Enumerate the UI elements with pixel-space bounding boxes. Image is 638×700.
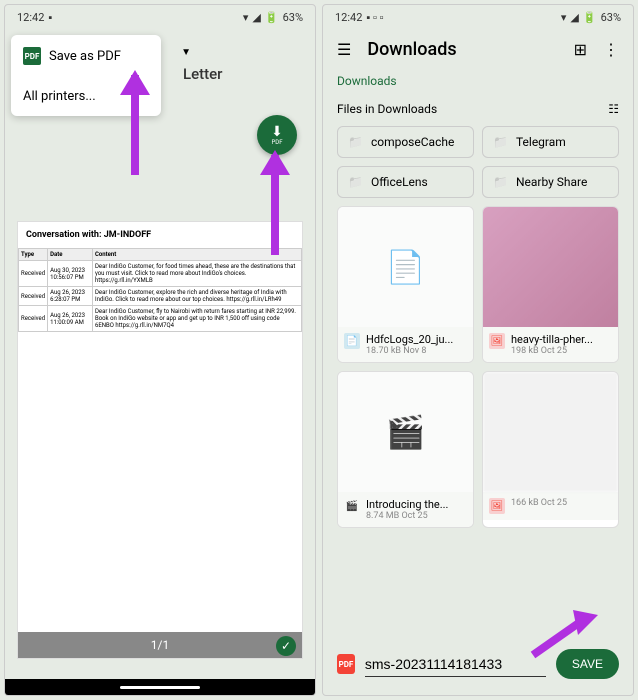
wifi-icon: ▾ (243, 11, 249, 24)
section-header: Files in Downloads ☷ (323, 92, 633, 126)
video-icon: 🎬 (386, 413, 426, 451)
battery-icon: 🔋 (583, 11, 597, 24)
right-phone-screen: 12:42 ▪ ▫ ▫ ▾ ◢ 🔋 63% ☰ Downloads ⊞ ⋮ Do… (322, 4, 634, 696)
table-row: Received Aug 26, 2023 6:28:07 PM Dear In… (19, 287, 302, 306)
file-item[interactable]: 📄 📄 HdfcLogs_20_ju... 18.70 kB Nov 8 (337, 206, 474, 363)
page-indicator: 1/1 ✓ (18, 632, 302, 658)
status-bar: 12:42 ▪ ▫ ▫ ▾ ◢ 🔋 63% (323, 5, 633, 29)
check-icon[interactable]: ✓ (276, 636, 296, 656)
chevron-down-icon[interactable]: ▼ (181, 47, 191, 58)
folder-item[interactable]: Nearby Share (482, 166, 619, 198)
image-thumbnail (483, 207, 618, 327)
battery-percent: 63% (601, 11, 621, 24)
status-time: 12:42 (335, 11, 362, 24)
annotation-arrow-3 (523, 605, 603, 665)
all-printers-label: All printers... (23, 89, 96, 104)
folder-icon (348, 135, 363, 149)
file-item[interactable]: 🖼 heavy-tilla-pher... 198 kB Oct 25 (482, 206, 619, 363)
status-bar: 12:42 ▪ ▾ ◢ 🔋 63% (5, 5, 315, 29)
page-title: Downloads (367, 39, 557, 60)
folder-icon (493, 175, 508, 189)
wifi-icon: ▾ (561, 11, 567, 24)
folder-item[interactable]: composeCache (337, 126, 474, 158)
status-time: 12:42 (17, 11, 44, 24)
document-icon: 📄 (386, 248, 426, 286)
status-app-icon: ▪ (48, 11, 52, 24)
pdf-preview[interactable]: Conversation with: JM-INDOFF Type Date C… (17, 221, 303, 659)
file-item[interactable]: 🎬 🎬 Introducing the... 8.74 MB Oct 25 (337, 371, 474, 528)
blurred-thumbnail (483, 372, 618, 492)
left-phone-screen: 12:42 ▪ ▾ ◢ 🔋 63% PDF Save as PDF ▼ All … (4, 4, 316, 696)
battery-percent: 63% (283, 11, 303, 24)
section-label: Files in Downloads (337, 102, 437, 116)
annotation-arrow-1 (105, 65, 165, 185)
annotation-arrow-2 (245, 145, 305, 265)
pdf-badge-icon: PDF (337, 654, 355, 674)
nav-bar (5, 679, 315, 695)
file-type-icon: 📄 (344, 333, 360, 349)
signal-icon: ◢ (252, 11, 260, 24)
view-toggle-icon[interactable]: ☷ (608, 102, 619, 116)
download-icon: ⬇ (271, 125, 283, 139)
breadcrumb[interactable]: Downloads (323, 70, 633, 92)
table-row: Received Aug 26, 2023 11:00:09 AM Dear I… (19, 306, 302, 332)
more-icon[interactable]: ⋮ (603, 40, 619, 59)
nav-handle[interactable] (120, 686, 200, 689)
file-type-icon: 🎬 (344, 498, 360, 514)
folder-icon (493, 135, 508, 149)
pdf-icon: PDF (23, 47, 41, 65)
filename-input[interactable] (365, 652, 546, 677)
paper-size-label[interactable]: Letter (183, 65, 222, 83)
file-type-icon: 🖼 (489, 333, 505, 349)
new-folder-icon[interactable]: ⊞ (574, 40, 587, 59)
status-app-icon: ▪ ▫ ▫ (366, 11, 383, 24)
save-as-pdf-label: Save as PDF (49, 49, 121, 64)
folder-item[interactable]: Telegram (482, 126, 619, 158)
folder-item[interactable]: OfficeLens (337, 166, 474, 198)
signal-icon: ◢ (570, 11, 578, 24)
battery-icon: 🔋 (265, 11, 279, 24)
file-item[interactable]: 🖼 166 kB Oct 25 (482, 371, 619, 528)
file-type-icon: 🖼 (489, 498, 505, 514)
app-bar: ☰ Downloads ⊞ ⋮ (323, 29, 633, 70)
menu-icon[interactable]: ☰ (337, 40, 351, 59)
folder-icon (348, 175, 363, 189)
